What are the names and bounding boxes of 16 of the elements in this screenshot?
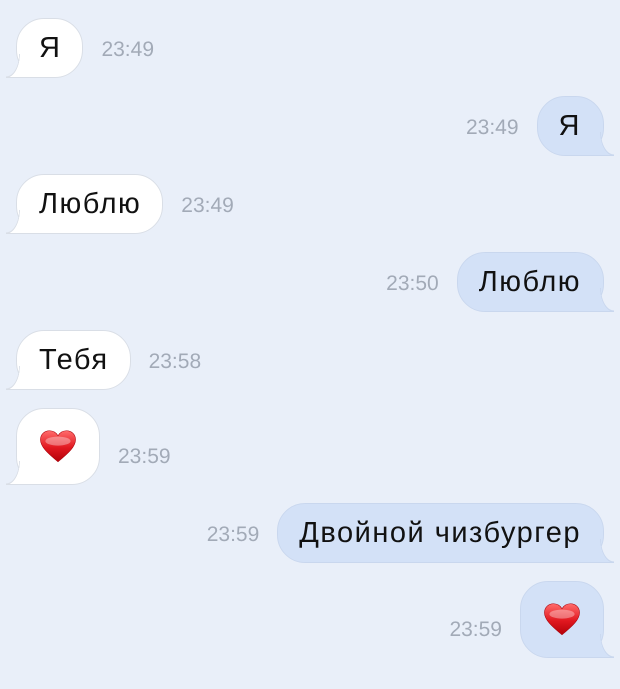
message-time: 23:49 [466, 116, 519, 140]
message-time: 23:49 [181, 194, 234, 218]
message-time: 23:59 [206, 523, 260, 547]
message-time: 23:58 [148, 350, 202, 374]
heart-icon [544, 603, 580, 636]
heart-icon [40, 430, 76, 463]
message-text: Я [558, 111, 581, 141]
message-text: Люблю [39, 189, 142, 219]
message-text: Люблю [478, 267, 581, 297]
message-time: 23:49 [101, 38, 154, 62]
message-time: 23:59 [449, 618, 502, 642]
message-text: Я [39, 33, 62, 63]
message-time: 23:50 [386, 272, 439, 296]
message-text: Двойной чизбургер [299, 518, 581, 548]
message-text: Тебя [39, 345, 109, 375]
message-time: 23:59 [118, 445, 171, 469]
